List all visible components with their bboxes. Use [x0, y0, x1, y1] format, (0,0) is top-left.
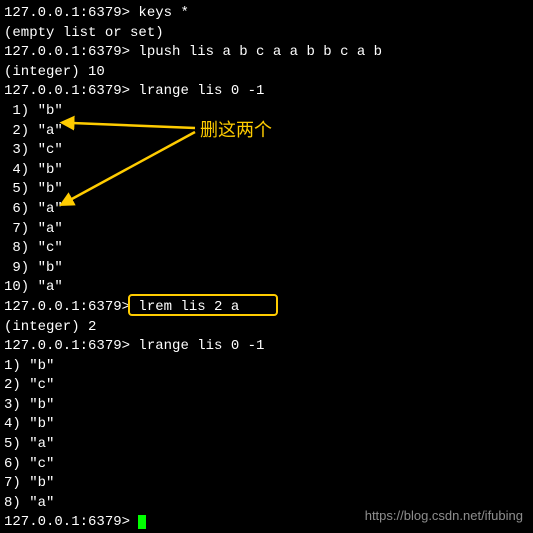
response-line: (integer) 10 [4, 63, 529, 83]
list-item: 5) "a" [4, 435, 529, 455]
list-item: 7) "b" [4, 474, 529, 494]
command-line: 127.0.0.1:6379> lrange lis 0 -1 [4, 337, 529, 357]
list-item: 4) "b" [4, 161, 529, 181]
command-text: lrange lis 0 -1 [130, 338, 264, 354]
command-line: 127.0.0.1:6379> keys * [4, 4, 529, 24]
response-line: (integer) 2 [4, 318, 529, 338]
list-item: 4) "b" [4, 415, 529, 435]
list-item: 1) "b" [4, 102, 529, 122]
list-item: 9) "b" [4, 259, 529, 279]
prompt: 127.0.0.1:6379> [4, 514, 130, 530]
watermark: https://blog.csdn.net/ifubing [365, 507, 523, 525]
list-item: 8) "c" [4, 239, 529, 259]
list-item: 5) "b" [4, 180, 529, 200]
command-text: keys * [130, 5, 189, 21]
prompt: 127.0.0.1:6379> [4, 338, 130, 354]
list-item: 6) "c" [4, 455, 529, 475]
terminal-output: 127.0.0.1:6379> keys * (empty list or se… [4, 4, 529, 533]
command-text: lrange lis 0 -1 [130, 83, 264, 99]
command-line: 127.0.0.1:6379> lpush lis a b c a a b b … [4, 43, 529, 63]
command-line: 127.0.0.1:6379> lrem lis 2 a [4, 298, 529, 318]
list-item: 10) "a" [4, 278, 529, 298]
command-line: 127.0.0.1:6379> lrange lis 0 -1 [4, 82, 529, 102]
command-text: lrem lis 2 a [130, 299, 239, 315]
command-text: lpush lis a b c a a b b c a b [130, 44, 382, 60]
list-item: 3) "b" [4, 396, 529, 416]
prompt: 127.0.0.1:6379> [4, 299, 130, 315]
list-item: 2) "a" [4, 122, 529, 142]
response-line: (empty list or set) [4, 24, 529, 44]
list-item: 6) "a" [4, 200, 529, 220]
prompt: 127.0.0.1:6379> [4, 44, 130, 60]
prompt: 127.0.0.1:6379> [4, 5, 130, 21]
list-item: 1) "b" [4, 357, 529, 377]
list-item: 3) "c" [4, 141, 529, 161]
prompt: 127.0.0.1:6379> [4, 83, 130, 99]
cursor-icon [138, 515, 146, 529]
list-item: 7) "a" [4, 220, 529, 240]
list-item: 2) "c" [4, 376, 529, 396]
